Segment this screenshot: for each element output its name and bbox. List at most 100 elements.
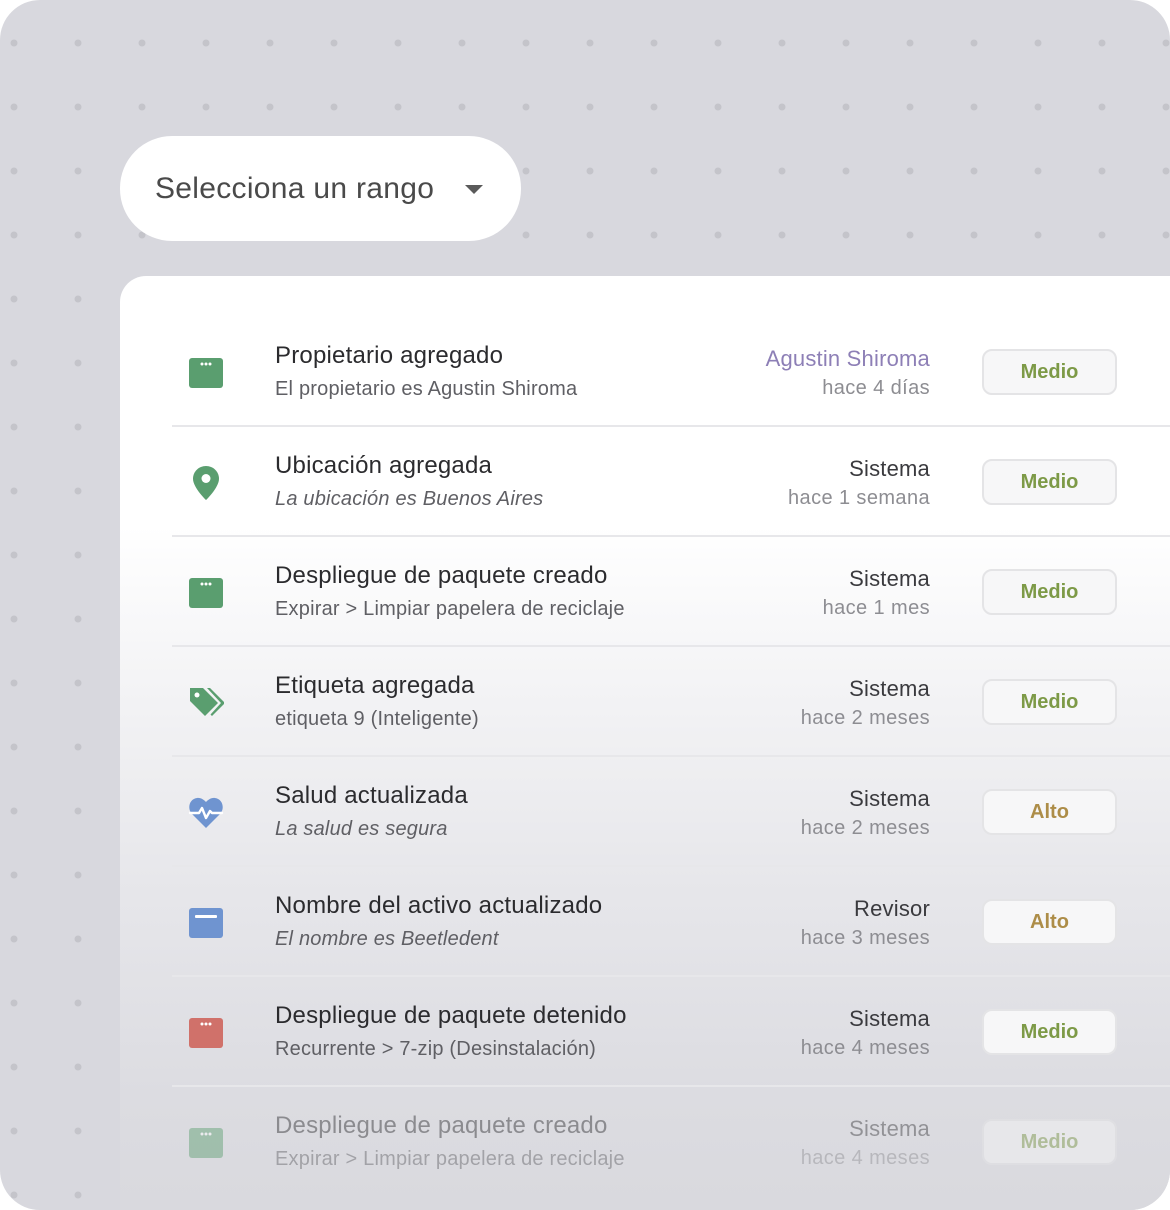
background-dot <box>10 679 18 687</box>
priority-badge[interactable]: Medio <box>982 569 1117 615</box>
background-dot <box>906 39 914 47</box>
background-dot <box>10 167 18 175</box>
background-dot <box>10 871 18 879</box>
activity-row[interactable]: Propietario agregado El propietario es Ag… <box>172 317 1170 427</box>
background-dot <box>10 1127 18 1135</box>
activity-actor: Sistema <box>849 1116 930 1141</box>
activity-time: hace 4 meses <box>800 1037 930 1059</box>
priority-badge[interactable]: Medio <box>982 679 1117 725</box>
background-dot <box>10 743 18 751</box>
activity-title: Propietario agregado <box>275 342 504 369</box>
background-dot <box>1034 167 1042 175</box>
priority-badge[interactable]: Medio <box>982 1009 1117 1055</box>
background-dot <box>74 295 82 303</box>
background-dot <box>138 103 146 111</box>
priority-badge[interactable]: Medio <box>982 349 1117 395</box>
background-dot <box>10 1191 18 1199</box>
background-dot <box>522 167 530 175</box>
app-window-icon <box>188 575 224 611</box>
priority-badge[interactable]: Medio <box>982 459 1117 505</box>
background-dot <box>10 39 18 47</box>
background-dot <box>970 167 978 175</box>
priority-badge[interactable]: Medio <box>982 1119 1117 1165</box>
background-dot <box>1162 39 1170 47</box>
background-dot <box>10 103 18 111</box>
activity-actor: Revisor <box>854 896 930 921</box>
background-dot <box>394 39 402 47</box>
activity-time: hace 2 meses <box>800 707 930 729</box>
activity-time: hace 1 mes <box>822 597 930 619</box>
background-dot <box>458 103 466 111</box>
window-icon <box>188 905 224 941</box>
activity-subtitle: La ubicación es Buenos Aires <box>275 488 544 510</box>
activity-subtitle: Expirar > Limpiar papelera de reciclaje <box>275 1148 625 1170</box>
background-dot <box>714 103 722 111</box>
background-dot <box>842 103 850 111</box>
activity-subtitle: etiqueta 9 (Inteligente) <box>275 708 479 730</box>
activity-row[interactable]: Despliegue de paquete detenido Recurrente… <box>172 977 1170 1087</box>
background-dot <box>394 103 402 111</box>
background-dot <box>906 167 914 175</box>
activity-time: hace 4 meses <box>800 1147 930 1169</box>
background-dot <box>330 103 338 111</box>
activity-actor: Sistema <box>849 566 930 591</box>
background-dot <box>1034 103 1042 111</box>
activity-card-frame: Selecciona un rango Propietario agregado… <box>0 0 1170 1210</box>
background-dot <box>10 487 18 495</box>
background-dot <box>266 39 274 47</box>
background-dot <box>74 935 82 943</box>
background-dot <box>10 615 18 623</box>
background-dot <box>74 1127 82 1135</box>
background-dot <box>650 231 658 239</box>
background-dot <box>650 39 658 47</box>
background-dot <box>650 167 658 175</box>
activity-row[interactable]: Ubicación agregada La ubicación es Buenos… <box>172 427 1170 537</box>
background-dot <box>74 103 82 111</box>
caret-down-icon[interactable] <box>465 185 483 194</box>
activity-title: Salud actualizada <box>275 782 468 809</box>
background-dot <box>10 295 18 303</box>
activity-time: hace 4 días <box>822 377 930 399</box>
priority-badge[interactable]: Alto <box>982 789 1117 835</box>
activity-time: hace 2 meses <box>800 817 930 839</box>
activity-title: Despliegue de paquete detenido <box>275 1002 627 1029</box>
range-selector-label: Selecciona un rango <box>155 171 435 205</box>
activity-actor[interactable]: Agustin Shiroma <box>766 346 930 372</box>
background-dot <box>778 167 786 175</box>
background-dot <box>586 39 594 47</box>
background-dot <box>586 231 594 239</box>
background-dot <box>10 423 18 431</box>
background-dot <box>202 39 210 47</box>
priority-badge[interactable]: Alto <box>982 899 1117 945</box>
heart-pulse-icon <box>188 795 224 831</box>
activity-actor: Sistema <box>849 676 930 701</box>
background-dot <box>10 359 18 367</box>
background-dot <box>522 39 530 47</box>
activity-title: Despliegue de paquete creado <box>275 562 608 589</box>
activity-row[interactable]: Nombre del activo actualizado El nombre e… <box>172 867 1170 977</box>
background-dot <box>778 39 786 47</box>
activity-subtitle: Recurrente > 7-zip (Desinstalación) <box>275 1038 597 1060</box>
background-dot <box>74 1063 82 1071</box>
range-selector[interactable]: Selecciona un rango <box>120 136 521 241</box>
background-dot <box>10 1063 18 1071</box>
activity-row[interactable]: Etiqueta agregada etiqueta 9 (Inteligente… <box>172 647 1170 757</box>
background-dot <box>74 999 82 1007</box>
background-dot <box>778 103 786 111</box>
background-dot <box>74 487 82 495</box>
location-pin-icon <box>188 465 224 501</box>
background-dot <box>74 551 82 559</box>
background-dot <box>970 39 978 47</box>
background-dot <box>522 231 530 239</box>
activity-row[interactable]: Despliegue de paquete creado Expirar > Li… <box>172 537 1170 647</box>
activity-title: Ubicación agregada <box>275 452 493 479</box>
activity-time: hace 1 semana <box>788 487 930 509</box>
activity-actor: Sistema <box>849 456 930 481</box>
activity-row[interactable]: Salud actualizada La salud es segura Siste… <box>172 757 1170 867</box>
background-dot <box>10 999 18 1007</box>
background-dot <box>1034 39 1042 47</box>
background-dot <box>970 231 978 239</box>
activity-row[interactable]: Despliegue de paquete creado Expirar > Li… <box>172 1087 1170 1197</box>
activity-subtitle: Expirar > Limpiar papelera de reciclaje <box>275 598 625 620</box>
background-dot <box>202 103 210 111</box>
